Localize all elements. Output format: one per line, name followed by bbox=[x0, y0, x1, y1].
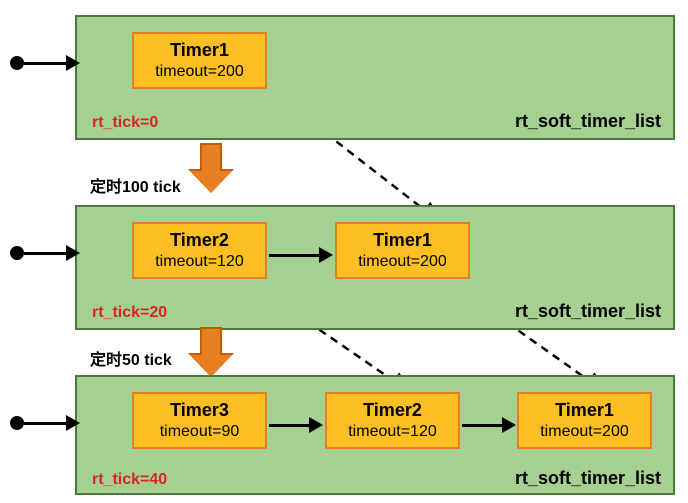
link-arrow bbox=[269, 247, 333, 263]
entry-arrow-2 bbox=[10, 245, 80, 261]
timer-timeout-label: timeout=120 bbox=[138, 253, 261, 271]
timer-node-timer2: Timer2 timeout=120 bbox=[325, 392, 460, 449]
arrowhead-icon bbox=[66, 245, 80, 261]
timer-timeout-label: timeout=200 bbox=[523, 423, 646, 441]
list-name-label: rt_soft_timer_list bbox=[515, 468, 661, 489]
entry-arrow-1 bbox=[10, 55, 80, 71]
timer-timeout-label: timeout=200 bbox=[341, 253, 464, 271]
transition-arrow-1 bbox=[190, 143, 232, 193]
timer-list-panel-1: Timer1 timeout=200 rt_tick=0 rt_soft_tim… bbox=[75, 15, 675, 140]
link-arrow bbox=[269, 417, 323, 433]
timer-name-label: Timer2 bbox=[138, 230, 261, 251]
timer-timeout-label: timeout=200 bbox=[138, 63, 261, 81]
transition-arrow-2 bbox=[190, 327, 232, 377]
timer-name-label: Timer2 bbox=[331, 400, 454, 421]
timer-node-timer2: Timer2 timeout=120 bbox=[132, 222, 267, 279]
step-label-2: 定时50 tick bbox=[90, 346, 172, 370]
entry-dot-icon bbox=[10, 56, 24, 70]
timer-node-timer1: Timer1 timeout=200 bbox=[335, 222, 470, 279]
entry-arrow-3 bbox=[10, 415, 80, 431]
list-name-label: rt_soft_timer_list bbox=[515, 301, 661, 322]
rt-tick-label: rt_tick=0 bbox=[92, 114, 158, 132]
timer-name-label: Timer1 bbox=[523, 400, 646, 421]
timer-node-timer1: Timer1 timeout=200 bbox=[132, 32, 267, 89]
timer-name-label: Timer3 bbox=[138, 400, 261, 421]
timer-list-panel-3: Timer3 timeout=90 Timer2 timeout=120 Tim… bbox=[75, 375, 675, 495]
arrowhead-icon bbox=[309, 417, 323, 433]
timer-name-label: Timer1 bbox=[138, 40, 261, 61]
arrowhead-icon bbox=[66, 55, 80, 71]
arrowhead-icon bbox=[66, 415, 80, 431]
timer-timeout-label: timeout=90 bbox=[138, 423, 261, 441]
rt-tick-label: rt_tick=20 bbox=[92, 304, 167, 322]
timer-node-timer3: Timer3 timeout=90 bbox=[132, 392, 267, 449]
timer-timeout-label: timeout=120 bbox=[331, 423, 454, 441]
list-name-label: rt_soft_timer_list bbox=[515, 111, 661, 132]
timer-name-label: Timer1 bbox=[341, 230, 464, 251]
link-arrow bbox=[462, 417, 516, 433]
step-label-1: 定时100 tick bbox=[90, 173, 181, 197]
arrowhead-icon bbox=[319, 247, 333, 263]
entry-dot-icon bbox=[10, 416, 24, 430]
timer-node-timer1: Timer1 timeout=200 bbox=[517, 392, 652, 449]
arrowhead-icon bbox=[502, 417, 516, 433]
rt-tick-label: rt_tick=40 bbox=[92, 471, 167, 489]
timer-list-panel-2: Timer2 timeout=120 Timer1 timeout=200 rt… bbox=[75, 205, 675, 330]
entry-dot-icon bbox=[10, 246, 24, 260]
